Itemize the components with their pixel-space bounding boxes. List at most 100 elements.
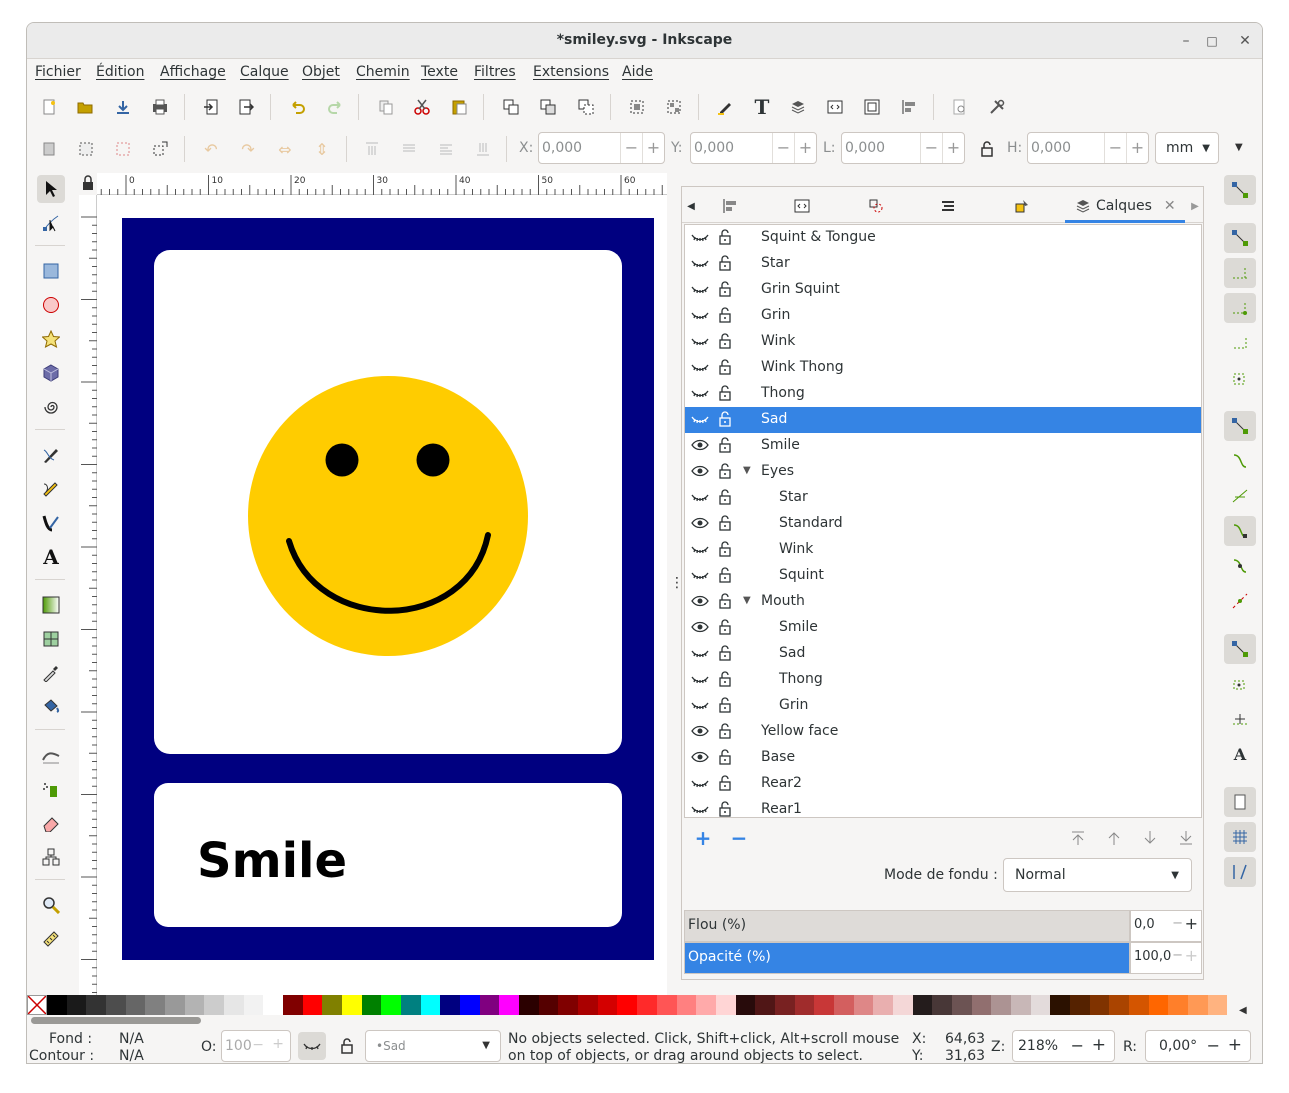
unlock-icon[interactable] [718,801,732,817]
ellipse-tool-icon[interactable] [37,291,65,319]
color-swatch[interactable] [735,995,756,1015]
preferences-icon[interactable] [983,93,1011,121]
layer-row[interactable]: Wink [685,329,1201,355]
eye-closed-icon[interactable] [691,412,709,430]
tweak-tool-icon[interactable] [37,741,65,769]
color-swatch[interactable] [873,995,893,1015]
color-swatch[interactable] [1089,995,1110,1015]
unlock-icon[interactable] [718,489,732,509]
measure-tool-icon[interactable] [37,925,65,953]
menu-filtres[interactable]: Filtres [474,64,516,80]
unlock-icon[interactable] [718,437,732,457]
eye-closed-icon[interactable] [691,568,709,586]
color-swatch[interactable] [361,995,382,1015]
eye-open-icon[interactable] [691,594,709,612]
paste-icon[interactable] [445,93,473,121]
spray-tool-icon[interactable] [37,775,65,803]
layer-row[interactable]: Star [685,485,1201,511]
expander-icon[interactable]: ▼ [743,595,751,606]
color-swatch[interactable] [1148,995,1169,1015]
import-icon[interactable] [197,93,225,121]
eye-closed-icon[interactable] [691,230,709,248]
eye-open-icon[interactable] [691,516,709,534]
layers-list[interactable]: Squint & Tongue Star Grin Squint Grin Wink Wi… [684,224,1202,818]
toggle-layer-visibility-icon[interactable] [298,1032,326,1060]
selector-tool-icon[interactable] [37,175,65,203]
color-swatch[interactable] [814,995,834,1015]
eye-open-icon[interactable] [691,438,709,456]
pencil-tool-icon[interactable] [37,475,65,503]
unlock-icon[interactable] [718,775,732,795]
y-field[interactable]: 0,000 − + [690,132,817,164]
eye-closed-icon[interactable] [691,802,709,817]
color-swatch[interactable] [558,995,579,1015]
dropper-tool-icon[interactable] [37,659,65,687]
maximize-button[interactable]: □ [1201,31,1223,51]
color-swatch[interactable] [892,995,913,1015]
layer-row[interactable]: Yellow face [685,719,1201,745]
color-swatch[interactable] [774,995,795,1015]
unlock-icon[interactable] [718,307,732,327]
guide-lock-icon[interactable] [81,175,95,195]
new-document-icon[interactable] [35,93,63,121]
snap-others-icon[interactable] [1224,634,1256,664]
color-swatch[interactable] [951,995,972,1015]
color-swatch[interactable] [637,995,657,1015]
y-increment[interactable]: + [794,133,816,163]
group-icon[interactable] [623,93,651,121]
tabs-scroll-right-icon[interactable]: ▶ [1186,193,1204,219]
unlock-icon[interactable] [718,541,732,561]
layer-row[interactable]: Grin [685,303,1201,329]
no-paint-swatch[interactable] [27,995,47,1015]
unlock-icon[interactable] [718,645,732,665]
color-swatch[interactable] [302,995,323,1015]
layer-row[interactable]: Rear1 [685,797,1201,817]
color-swatch[interactable] [853,995,874,1015]
color-swatch[interactable] [617,995,638,1015]
tab-layers[interactable]: Calques ✕ [1065,192,1185,223]
opacity-slider[interactable]: Opacité (%) [684,942,1130,974]
unlock-icon[interactable] [718,567,732,587]
layer-row[interactable]: Sad [685,641,1201,667]
layer-row[interactable]: Standard [685,511,1201,537]
node-tool-icon[interactable] [37,209,65,237]
eraser-tool-icon[interactable] [37,809,65,837]
layer-raise-button[interactable] [1100,824,1128,852]
layer-row[interactable]: Sad [685,407,1201,433]
color-swatch[interactable] [932,995,952,1015]
expander-icon[interactable]: ▼ [743,465,751,476]
unlock-icon[interactable] [718,593,732,613]
zoom-tool-icon[interactable] [37,891,65,919]
select-all-layers-icon[interactable] [72,135,100,163]
rotate-increment-button[interactable]: + [1228,1035,1242,1055]
redo-icon[interactable] [321,93,349,121]
unlock-icon[interactable] [718,749,732,769]
unlock-icon[interactable] [718,515,732,535]
color-swatch[interactable] [597,995,618,1015]
palette-menu-icon[interactable]: ◀ [1239,1005,1247,1016]
color-swatch[interactable] [145,995,166,1015]
menu-fichier[interactable]: Fichier [35,64,81,80]
unlock-icon[interactable] [718,619,732,639]
color-swatch[interactable] [106,995,126,1015]
opacity-o-field[interactable]: 100− + [221,1030,291,1062]
opacity-value-field[interactable]: 100,0− + [1130,942,1202,974]
color-swatch[interactable] [991,995,1011,1015]
color-swatch[interactable] [1069,995,1090,1015]
eye-open-icon[interactable] [691,620,709,638]
snap-bbox-icon[interactable] [1224,223,1256,253]
toolbar-overflow-icon[interactable]: ▼ [1235,142,1243,153]
color-swatch[interactable] [283,995,303,1015]
menu-extensions[interactable]: Extensions [533,64,609,80]
text-font-icon[interactable]: T [748,93,776,121]
rectangle-tool-icon[interactable] [37,257,65,285]
paint-bucket-tool-icon[interactable] [37,693,65,721]
color-swatch[interactable] [86,995,107,1015]
close-tab-icon[interactable]: ✕ [1164,198,1176,214]
lock-ratio-icon[interactable] [973,135,1001,163]
tab-xml-icon[interactable] [789,193,815,219]
snap-object-midpoints-icon[interactable] [1224,669,1256,699]
cut-icon[interactable] [408,93,436,121]
snap-rotation-center-icon[interactable] [1224,704,1256,734]
zoom-in-button[interactable]: + [1092,1035,1106,1055]
